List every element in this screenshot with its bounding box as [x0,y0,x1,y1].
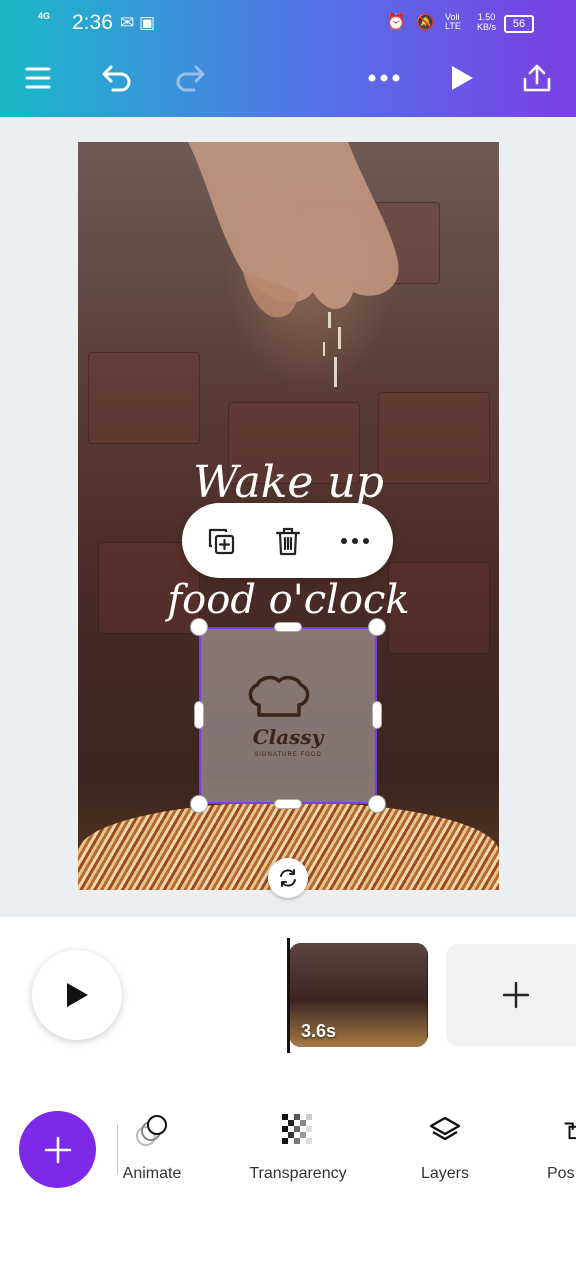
clip-frame [335,943,382,1047]
undo-button[interactable] [97,58,137,98]
battery-indicator: 56 [504,15,534,33]
delete-button[interactable] [268,521,308,561]
play-icon [67,983,88,1007]
layers-button[interactable]: Layers [410,1108,480,1188]
alarm-icon: ⏰ [386,14,407,31]
resize-handle-top-left[interactable] [190,618,208,636]
headline-food-oclock[interactable]: food o'clock [78,577,499,623]
clock: 2:36 [72,11,113,34]
more-options-button[interactable] [364,58,404,98]
element-context-menu [182,503,393,578]
status-bar: 4G 2:36 ✉ ▣ ⏰ 🔕 Voli LTE 1.50 KB/s 56 [0,10,576,38]
layers-icon [429,1116,461,1141]
clip-frame [381,943,428,1047]
mute-icon: 🔕 [416,14,435,31]
hand-image [188,142,399,387]
menu-button[interactable] [18,58,58,98]
preview-play-button[interactable] [442,58,482,98]
notification-icons: ✉ ▣ [120,13,156,32]
plus-icon [502,981,530,1009]
menu-icon [25,67,51,89]
plus-icon [44,1136,71,1163]
selected-logo-element[interactable]: Classy SIGNATURE FOOD [199,627,377,804]
animate-label: Animate [122,1165,182,1182]
animate-button[interactable]: Animate [112,1108,192,1188]
position-button[interactable]: Pos [543,1108,576,1188]
position-label: Pos [547,1165,575,1182]
share-icon [523,64,551,92]
timeline-play-button[interactable] [32,950,122,1040]
trash-icon [275,527,301,556]
transparency-button[interactable]: Transparency [243,1108,353,1188]
logo-text: Classy [252,725,324,749]
transparency-label: Transparency [249,1165,347,1182]
duplicate-button[interactable] [201,521,241,561]
clip-duration: 3.6s [301,1021,337,1041]
resize-handle-top-right[interactable] [368,618,386,636]
headline-wake-up[interactable]: Wake up [78,457,499,508]
share-button[interactable] [517,58,557,98]
chef-hat-icon [248,675,310,717]
resize-handle-right[interactable] [372,701,382,729]
top-header: 4G 2:36 ✉ ▣ ⏰ 🔕 Voli LTE 1.50 KB/s 56 [0,0,576,120]
redo-icon [176,65,205,92]
more-icon [368,74,400,82]
undo-icon [102,65,131,92]
animate-icon [136,1115,167,1146]
timeline-clip[interactable]: 3.6s [289,943,428,1047]
layers-label: Layers [420,1165,470,1182]
resize-handle-left[interactable] [194,701,204,729]
resize-handle-bottom-right[interactable] [368,795,386,813]
redo-button[interactable] [170,58,210,98]
rotate-handle[interactable] [268,858,308,898]
rotate-icon [280,869,296,887]
network-indicator: 4G [38,11,51,21]
resize-handle-top[interactable] [274,622,302,632]
more-icon [341,538,369,544]
play-icon [452,66,473,90]
resize-handle-bottom-left[interactable] [190,795,208,813]
status-right: ⏰ 🔕 Voli LTE 1.50 KB/s [386,12,496,32]
position-icon [564,1122,576,1140]
add-element-button[interactable] [19,1111,96,1188]
playhead[interactable] [287,938,290,1053]
transparency-icon [282,1114,312,1144]
speed-indicator: 1.50 KB/s [477,12,496,32]
speed-value: 1.50 [477,12,496,22]
speed-unit: KB/s [476,22,496,32]
element-more-button[interactable] [335,521,375,561]
logo-subtext: SIGNATURE FOOD [254,752,322,758]
volte-label: Voli LTE [444,12,461,31]
duplicate-icon [208,528,235,555]
resize-handle-bottom[interactable] [274,799,302,809]
add-page-button[interactable] [446,944,576,1046]
